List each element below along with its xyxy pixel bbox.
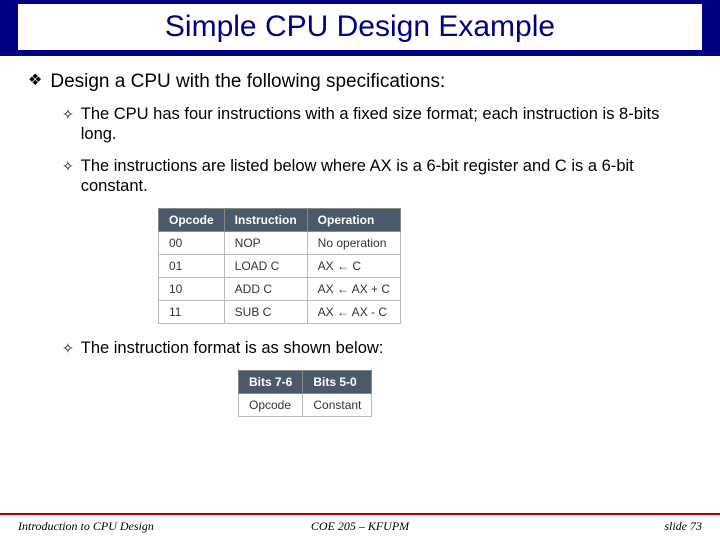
cross-icon: ✧ [62,156,74,176]
bullet-main-text: Design a CPU with the following specific… [50,70,445,94]
table-row: 00 NOP No operation [159,232,401,255]
slide-content: ❖ Design a CPU with the following specif… [0,56,720,417]
cross-icon: ✧ [62,104,74,124]
cross-icon: ✧ [62,338,74,358]
table-header-row: Opcode Instruction Operation [159,209,401,232]
footer: Introduction to CPU Design COE 205 – KFU… [0,513,720,540]
cell: Opcode [239,394,303,417]
table-row: 10 ADD C AX ← AX + C [159,278,401,301]
title-bar: Simple CPU Design Example [0,0,720,56]
bullet-main: ❖ Design a CPU with the following specif… [28,70,692,94]
cell: ADD C [224,278,307,301]
th-operation: Operation [307,209,400,232]
title-inner: Simple CPU Design Example [18,4,702,50]
bullet-sub2-text: The instructions are listed below where … [81,156,692,196]
diamond-icon: ❖ [28,70,42,92]
format-table-wrap: Bits 7-6 Bits 5-0 Opcode Constant [238,370,692,417]
cell: LOAD C [224,255,307,278]
bullet-sub1: ✧ The CPU has four instructions with a f… [62,104,692,144]
table-row: Opcode Constant [239,394,372,417]
footer-mid: COE 205 – KFUPM [246,519,474,534]
cell: SUB C [224,301,307,324]
instruction-table-wrap: Opcode Instruction Operation 00 NOP No o… [158,208,692,324]
table-header-row: Bits 7-6 Bits 5-0 [239,371,372,394]
cell: AX ← AX - C [307,301,400,324]
bullet-sub2: ✧ The instructions are listed below wher… [62,156,692,196]
cell: 11 [159,301,225,324]
th-bits76: Bits 7-6 [239,371,303,394]
cell: 00 [159,232,225,255]
bullet-sub1-text: The CPU has four instructions with a fix… [81,104,692,144]
table-row: 11 SUB C AX ← AX - C [159,301,401,324]
footer-right: slide 73 [474,519,702,534]
cell: NOP [224,232,307,255]
th-bits50: Bits 5-0 [303,371,372,394]
th-instruction: Instruction [224,209,307,232]
cell: Constant [303,394,372,417]
cell: No operation [307,232,400,255]
bullet-sub3: ✧ The instruction format is as shown bel… [62,338,692,358]
slide-title: Simple CPU Design Example [18,10,702,44]
cell: AX ← AX + C [307,278,400,301]
footer-left: Introduction to CPU Design [18,519,246,534]
cell: 01 [159,255,225,278]
th-opcode: Opcode [159,209,225,232]
cell: AX ← C [307,255,400,278]
format-table: Bits 7-6 Bits 5-0 Opcode Constant [238,370,372,417]
bullet-sub3-text: The instruction format is as shown below… [81,338,384,358]
instruction-table: Opcode Instruction Operation 00 NOP No o… [158,208,401,324]
cell: 10 [159,278,225,301]
table-row: 01 LOAD C AX ← C [159,255,401,278]
